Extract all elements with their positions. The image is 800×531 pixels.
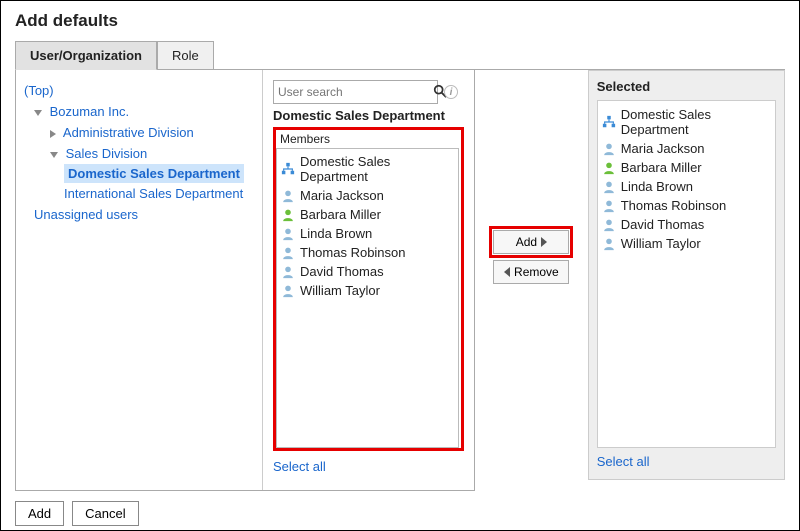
member-name: Linda Brown: [621, 179, 693, 194]
user-icon: [602, 199, 616, 213]
list-item[interactable]: Linda Brown: [602, 177, 771, 196]
member-name: Thomas Robinson: [621, 198, 727, 213]
user-icon: [281, 227, 295, 241]
selected-title: Selected: [597, 79, 776, 94]
dialog-add-button[interactable]: Add: [15, 501, 64, 526]
collapse-icon[interactable]: [50, 130, 56, 138]
select-all-members[interactable]: Select all: [273, 459, 326, 474]
tab-user-organization[interactable]: User/Organization: [15, 41, 157, 70]
list-item[interactable]: Barbara Miller: [281, 205, 454, 224]
list-item[interactable]: Thomas Robinson: [602, 196, 771, 215]
tab-bar: User/Organization Role: [15, 41, 785, 70]
org-icon: [281, 162, 295, 176]
member-name: Domestic Sales Department: [300, 154, 454, 184]
arrow-left-icon: [504, 267, 510, 277]
info-icon[interactable]: i: [444, 85, 458, 99]
search-box: [273, 80, 438, 104]
department-title: Domestic Sales Department: [273, 108, 464, 123]
list-item[interactable]: William Taylor: [281, 281, 454, 300]
tree-company[interactable]: Bozuman Inc.: [50, 104, 130, 119]
select-all-selected[interactable]: Select all: [597, 454, 650, 469]
remove-button[interactable]: Remove: [493, 260, 569, 284]
dialog-cancel-button[interactable]: Cancel: [72, 501, 138, 526]
tree-sales-division[interactable]: Sales Division: [66, 146, 148, 161]
org-icon: [602, 115, 616, 129]
list-item[interactable]: William Taylor: [602, 234, 771, 253]
expand-icon[interactable]: [50, 152, 58, 158]
list-item[interactable]: David Thomas: [281, 262, 454, 281]
list-item[interactable]: Domestic Sales Department: [281, 152, 454, 186]
user-icon: [281, 246, 295, 260]
member-name: Thomas Robinson: [300, 245, 406, 260]
user-icon: [602, 142, 616, 156]
tree-unassigned-users[interactable]: Unassigned users: [34, 207, 138, 222]
user-icon: [281, 189, 295, 203]
arrow-right-icon: [541, 237, 547, 247]
member-name: William Taylor: [621, 236, 701, 251]
member-name: David Thomas: [300, 264, 384, 279]
tab-role[interactable]: Role: [157, 41, 214, 69]
transfer-buttons: Add Remove: [487, 70, 576, 284]
user-icon: [281, 284, 295, 298]
member-name: Barbara Miller: [300, 207, 381, 222]
list-item[interactable]: Maria Jackson: [602, 139, 771, 158]
members-list[interactable]: Domestic Sales Department Maria Jackson Ba…: [276, 148, 459, 448]
add-button-label: Add: [516, 235, 537, 249]
tree-international-sales[interactable]: International Sales Department: [24, 183, 254, 204]
selected-list[interactable]: Domestic Sales Department Maria Jackson Ba…: [597, 100, 776, 448]
member-name: William Taylor: [300, 283, 380, 298]
member-name: Linda Brown: [300, 226, 372, 241]
list-item[interactable]: Domestic Sales Department: [602, 105, 771, 139]
member-name: Maria Jackson: [621, 141, 705, 156]
org-tree: (Top) Bozuman Inc. Administrative Divisi…: [16, 70, 263, 490]
member-name: Maria Jackson: [300, 188, 384, 203]
members-highlight-frame: Members Domestic Sales Department Maria J…: [273, 127, 464, 451]
list-item[interactable]: David Thomas: [602, 215, 771, 234]
user-icon: [602, 237, 616, 251]
user-icon: [602, 180, 616, 194]
user-icon: [281, 265, 295, 279]
search-input[interactable]: [278, 85, 433, 99]
list-item[interactable]: Barbara Miller: [602, 158, 771, 177]
user-icon: [602, 161, 616, 175]
member-name: Domestic Sales Department: [621, 107, 771, 137]
member-name: David Thomas: [621, 217, 705, 232]
members-label: Members: [276, 130, 461, 148]
selected-panel: Selected Domestic Sales Department Maria …: [588, 70, 785, 480]
expand-icon[interactable]: [34, 110, 42, 116]
member-name: Barbara Miller: [621, 160, 702, 175]
add-button[interactable]: Add: [493, 230, 569, 254]
list-item[interactable]: Linda Brown: [281, 224, 454, 243]
user-icon: [602, 218, 616, 232]
left-panel: (Top) Bozuman Inc. Administrative Divisi…: [15, 70, 475, 491]
page-title: Add defaults: [15, 11, 785, 31]
tree-admin-division[interactable]: Administrative Division: [63, 125, 194, 140]
user-icon: [281, 208, 295, 222]
tree-top[interactable]: (Top): [24, 83, 54, 98]
remove-button-label: Remove: [514, 265, 559, 279]
tree-domestic-sales[interactable]: Domestic Sales Department: [24, 164, 254, 183]
list-item[interactable]: Maria Jackson: [281, 186, 454, 205]
center-column: i Domestic Sales Department Members Dome…: [263, 70, 474, 490]
list-item[interactable]: Thomas Robinson: [281, 243, 454, 262]
